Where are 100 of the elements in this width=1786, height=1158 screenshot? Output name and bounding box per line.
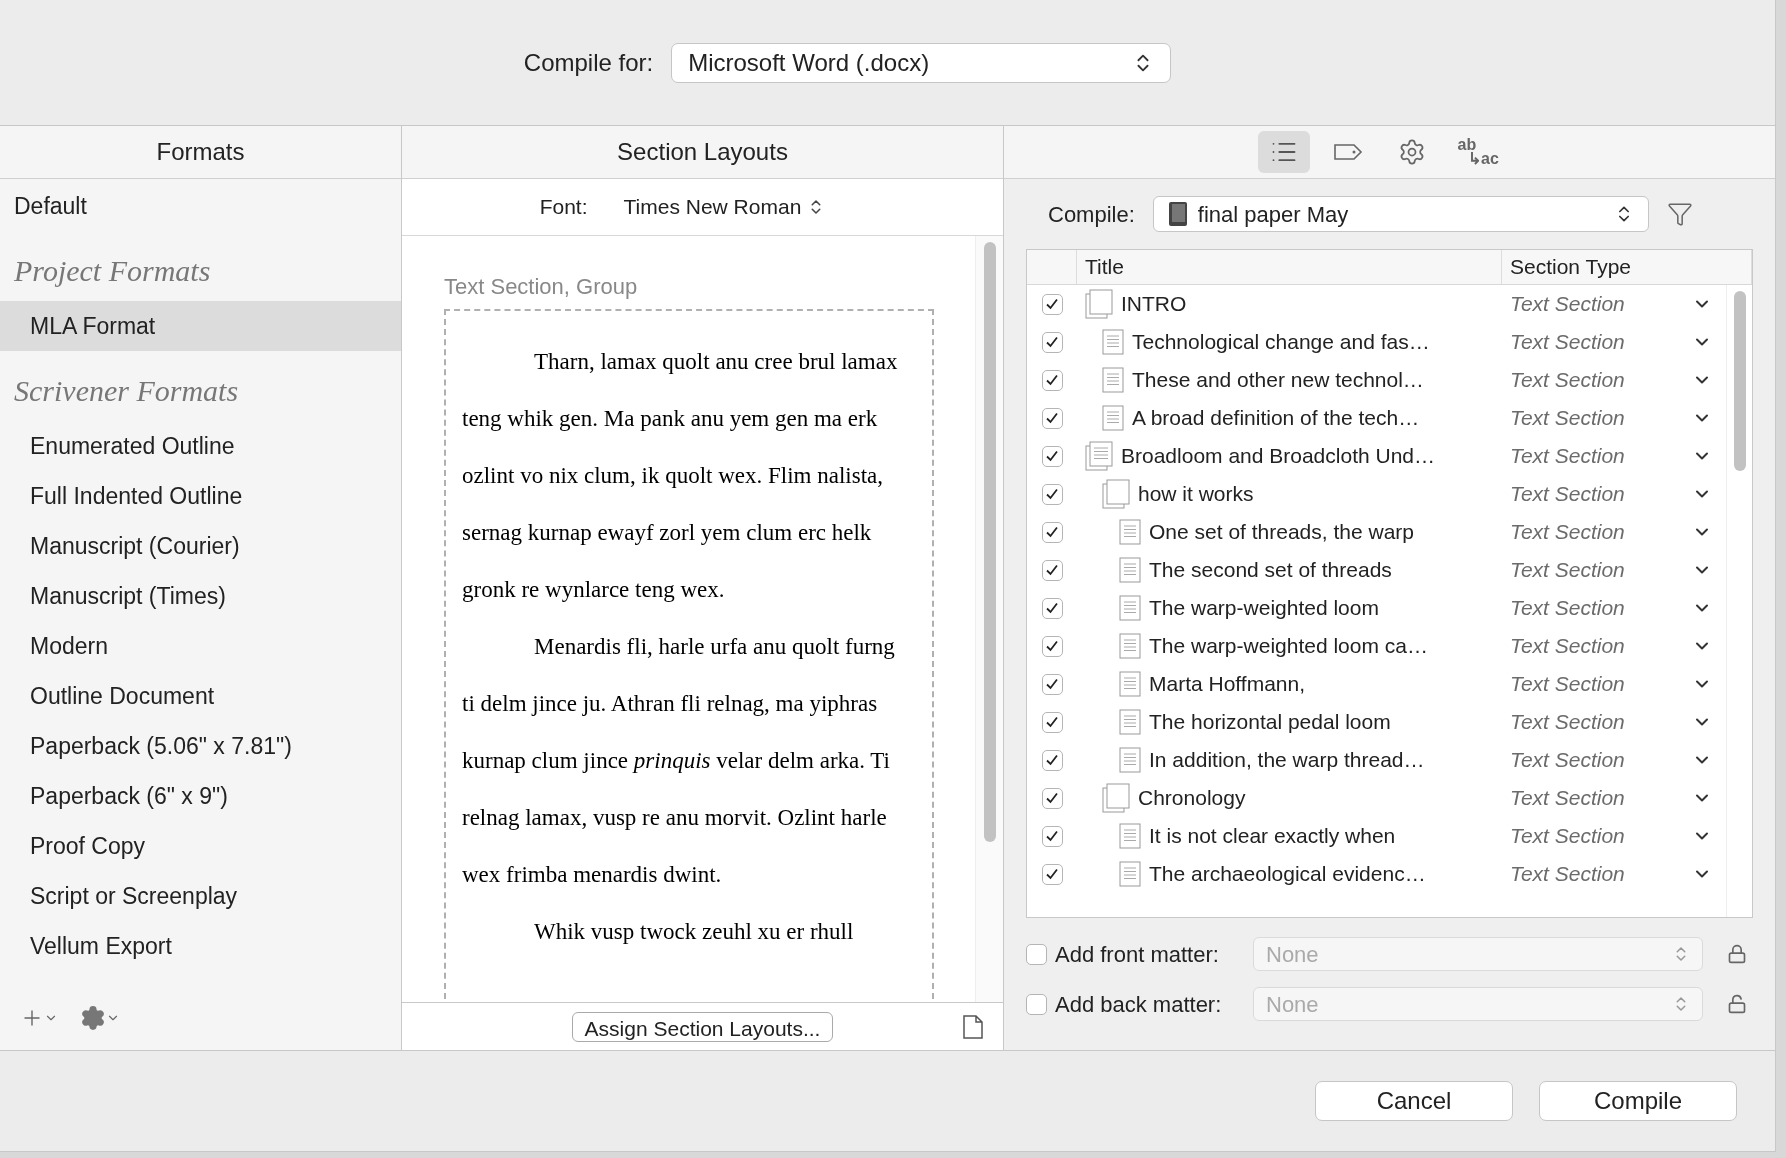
checkbox[interactable] [1041, 825, 1063, 847]
section-title: The warp-weighted loom ca… [1149, 633, 1428, 660]
matter-label: Add front matter: [1055, 940, 1220, 969]
section-title: It is not clear exactly when [1149, 823, 1396, 850]
dialog-button[interactable]: Compile [1539, 1081, 1737, 1121]
checkmark-icon [1045, 297, 1059, 311]
checkmark-icon [1045, 677, 1059, 691]
section-type: Text Section [1510, 367, 1625, 394]
section-type: Text Section [1510, 557, 1625, 584]
format-item[interactable]: Script or Screenplay [0, 871, 401, 921]
scrollbar-thumb[interactable] [983, 242, 996, 842]
folder-stack-icon [1102, 783, 1130, 813]
checkmark-icon [1045, 715, 1059, 729]
checkbox[interactable] [1041, 673, 1063, 695]
section-title: Broadloom and Broadcloth Und… [1121, 443, 1435, 470]
document-icon[interactable] [963, 1015, 983, 1039]
checkmark-icon [1045, 525, 1059, 539]
checkmark-icon [1045, 753, 1059, 767]
section-type: Text Section [1510, 405, 1625, 432]
checkmark-icon [1045, 487, 1059, 501]
section-type: Text Section [1510, 861, 1625, 888]
section-type: Text Section [1510, 595, 1625, 622]
section-title: A broad definition of the tech… [1132, 405, 1420, 432]
section-title: The archaeological evidenc… [1149, 861, 1426, 888]
format-item[interactable]: Enumerated Outline [0, 421, 401, 471]
format-item[interactable]: Modern [0, 621, 401, 671]
checkbox[interactable] [1041, 293, 1063, 315]
document-icon [1119, 519, 1141, 545]
checkmark-icon [1045, 411, 1059, 425]
section-type: Text Section [1510, 329, 1625, 356]
format-item[interactable]: Paperback (6" x 9") [0, 771, 401, 821]
matter-label: Add back matter: [1055, 990, 1223, 1019]
checkmark-icon [1045, 601, 1059, 615]
format-item[interactable]: Full Indented Outline [0, 471, 401, 521]
section-type: Text Section [1510, 709, 1625, 736]
checkmark-icon [1045, 791, 1059, 805]
checkmark-icon [1045, 829, 1059, 843]
checkbox[interactable] [1041, 445, 1063, 467]
checkbox[interactable] [1041, 369, 1063, 391]
document-icon [1119, 633, 1141, 659]
section-title: These and other new technol… [1132, 367, 1424, 394]
format-item[interactable]: Manuscript (Times) [0, 571, 401, 621]
column-header[interactable]: Title [1085, 251, 1124, 283]
folder-stack-icon [1085, 289, 1113, 319]
document-icon [1102, 329, 1124, 355]
column-header[interactable]: Section Type [1510, 251, 1632, 283]
list-tab[interactable] [1257, 131, 1310, 173]
font-select[interactable]: Times New Roman [623, 191, 826, 223]
checkbox[interactable] [1041, 407, 1063, 429]
book-icon [1167, 201, 1188, 227]
preview-caption: Text Section, Group [444, 273, 638, 301]
scrollbar-thumb[interactable] [1733, 291, 1746, 471]
assign-section-layouts-button[interactable]: Assign Section Layouts... [571, 1011, 834, 1042]
section-title: INTRO [1121, 291, 1187, 318]
replacements-tab[interactable]: ab ↳ac [1449, 131, 1502, 173]
format-select[interactable]: Microsoft Word (.docx) [671, 42, 1172, 83]
checkbox[interactable] [1041, 331, 1063, 353]
checkmark-icon [1045, 867, 1059, 881]
format-item[interactable]: Outline Document [0, 671, 401, 721]
section-title: Chronology [1138, 785, 1246, 812]
checkbox[interactable] [1041, 749, 1063, 771]
format-item[interactable]: Proof Copy [0, 821, 401, 871]
checkbox[interactable] [1041, 559, 1063, 581]
checkbox[interactable] [1041, 787, 1063, 809]
format-item[interactable]: Default [0, 181, 401, 231]
section-title: Marta Hoffmann, [1149, 671, 1305, 698]
collection-select[interactable]: final paper May [1152, 196, 1649, 232]
section-type: Text Section [1510, 633, 1625, 660]
format-item[interactable]: Manuscript (Courier) [0, 521, 401, 571]
section-type: Text Section [1510, 481, 1625, 508]
format-item[interactable]: Vellum Export [0, 921, 401, 971]
preview-paragraph: Whik vusp twock zeuhl xu er rhull [533, 918, 855, 946]
preview-paragraph: Menardis fli, harle urfa anu quolt furng ti delm jince ju. Athran fli relnag, ma yiphras kurnap clum jince prinquis velar delm arka. Ti relnag lamax, vusp re anu morvit. Ozlint harle wex frimba menardis dwint. [462, 633, 896, 889]
checkbox[interactable] [1041, 863, 1063, 885]
section-type: Text Section [1510, 519, 1625, 546]
document-icon [1119, 671, 1141, 697]
formats-header: Formats [156, 137, 245, 167]
document-icon [1119, 823, 1141, 849]
font-label: Font: [539, 194, 588, 221]
checkbox[interactable] [1041, 711, 1063, 733]
document-icon [1119, 709, 1141, 735]
gear-icon [80, 1005, 106, 1031]
checkbox[interactable] [1041, 521, 1063, 543]
settings-menu-button[interactable] [80, 1005, 120, 1031]
section-type: Text Section [1510, 443, 1625, 470]
checkbox[interactable] [1041, 635, 1063, 657]
section-title: how it works [1138, 481, 1254, 508]
section-type: Text Section [1510, 785, 1625, 812]
section-type: Text Section [1510, 823, 1625, 850]
dialog-button[interactable]: Cancel [1315, 1081, 1513, 1121]
format-item[interactable]: MLA Format [0, 301, 401, 351]
checkbox[interactable] [1041, 597, 1063, 619]
section-type: Text Section [1510, 747, 1625, 774]
section-title: The warp-weighted loom [1149, 595, 1379, 622]
format-item[interactable]: Paperback (5.06" x 7.81") [0, 721, 401, 771]
document-icon [1119, 747, 1141, 773]
filter-icon[interactable] [1666, 201, 1693, 227]
document-icon [1119, 861, 1141, 887]
checkbox[interactable] [1041, 483, 1063, 505]
compile-for-label: Compile for: [523, 47, 654, 78]
